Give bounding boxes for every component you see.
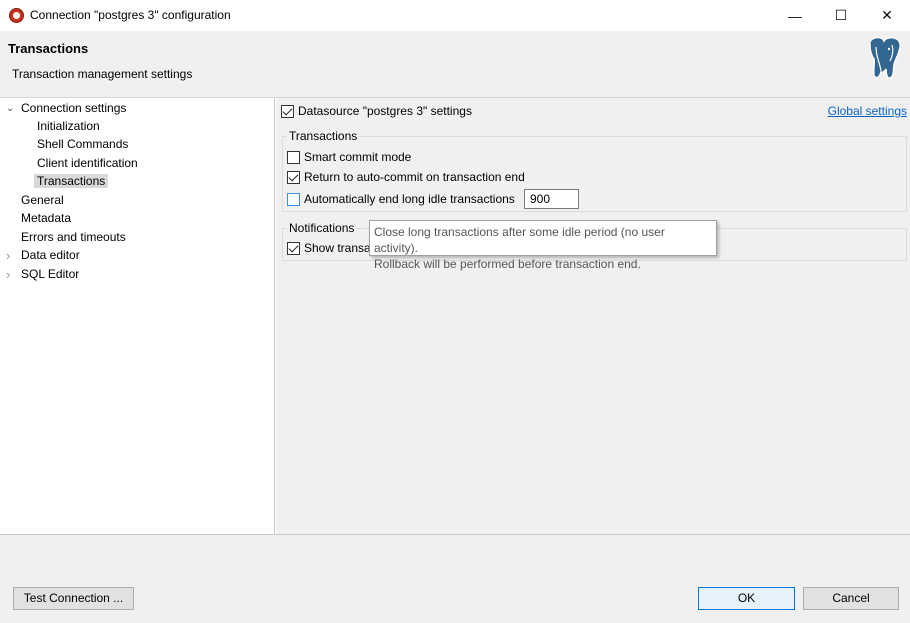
tooltip-line-1: Close long transactions after some idle … [374, 225, 665, 255]
test-connection-button[interactable]: Test Connection ... [13, 587, 134, 610]
show-transactions-checkbox[interactable] [287, 242, 300, 256]
show-transactions-label: Show transac [304, 241, 377, 255]
show-transactions-row[interactable]: Show transac [287, 239, 377, 257]
chevron-right-icon[interactable]: › [6, 266, 10, 283]
tree-item-general[interactable]: General [21, 192, 64, 209]
return-autocommit-label: Return to auto-commit on transaction end [304, 170, 525, 184]
postgresql-elephant-icon [869, 36, 901, 79]
auto-end-idle-checkbox[interactable] [287, 193, 300, 207]
dialog-footer: Test Connection ... OK Cancel [0, 534, 910, 623]
datasource-settings-checkbox-row[interactable]: Datasource "postgres 3" settings [281, 102, 472, 120]
settings-tree: ⌄ Connection settings Initialization She… [0, 98, 275, 534]
settings-content: Datasource "postgres 3" settings Global … [276, 98, 910, 534]
auto-end-idle-row[interactable]: Automatically end long idle transactions [287, 190, 515, 208]
transactions-group-title: Transactions [287, 129, 360, 143]
smart-commit-checkbox[interactable] [287, 151, 300, 165]
tree-item-label: Errors and timeouts [21, 230, 126, 244]
chevron-right-icon[interactable]: › [6, 247, 10, 264]
dbeaver-app-icon [9, 8, 24, 23]
minimize-icon: — [788, 7, 802, 24]
datasource-settings-label: Datasource "postgres 3" settings [298, 104, 472, 118]
cancel-button[interactable]: Cancel [803, 587, 899, 610]
return-autocommit-checkbox[interactable] [287, 171, 300, 185]
auto-end-idle-label: Automatically end long idle transactions [304, 192, 515, 206]
chevron-down-icon[interactable]: ⌄ [6, 100, 14, 117]
tree-item-label: General [21, 193, 64, 207]
close-icon: ✕ [881, 7, 893, 23]
page-header: Transactions Transaction management sett… [0, 31, 910, 98]
page-subtitle: Transaction management settings [12, 67, 193, 81]
notifications-group-title: Notifications [287, 221, 357, 235]
idle-transactions-tooltip: Close long transactions after some idle … [369, 220, 717, 271]
maximize-button[interactable]: ☐ [818, 0, 864, 31]
title-bar: Connection "postgres 3" configuration — … [0, 0, 910, 31]
smart-commit-label: Smart commit mode [304, 150, 412, 164]
tree-item-shell-commands[interactable]: Shell Commands [37, 136, 128, 153]
tree-item-label: Shell Commands [37, 137, 129, 151]
minimize-button[interactable]: — [772, 0, 818, 31]
ok-button[interactable]: OK [698, 587, 795, 610]
tooltip-line-2: Rollback will be performed before transa… [374, 257, 641, 271]
tree-item-errors-and-timeouts[interactable]: Errors and timeouts [21, 229, 126, 246]
page-title: Transactions [8, 41, 89, 56]
tree-item-label: Transactions [34, 174, 109, 188]
smart-commit-row[interactable]: Smart commit mode [287, 148, 411, 166]
global-settings-link[interactable]: Global settings [828, 102, 907, 120]
tree-item-label: Metadata [21, 211, 72, 225]
tree-item-label: SQL Editor [21, 267, 80, 281]
idle-timeout-input[interactable]: 900 [524, 189, 579, 209]
tree-item-transactions[interactable]: Transactions [34, 173, 109, 190]
tree-item-initialization[interactable]: Initialization [37, 118, 100, 135]
datasource-settings-checkbox[interactable] [281, 105, 294, 119]
close-button[interactable]: ✕ [864, 0, 910, 31]
tree-item-label: Client identification [37, 156, 138, 170]
maximize-icon: ☐ [834, 7, 848, 23]
tree-item-client-identification[interactable]: Client identification [37, 155, 138, 172]
tree-item-label: Initialization [37, 119, 100, 133]
return-autocommit-row[interactable]: Return to auto-commit on transaction end [287, 168, 525, 186]
tree-item-label: Data editor [21, 248, 80, 262]
tree-item-metadata[interactable]: Metadata [21, 210, 71, 227]
window-title: Connection "postgres 3" configuration [30, 8, 231, 22]
tree-item-label: Connection settings [21, 101, 127, 115]
